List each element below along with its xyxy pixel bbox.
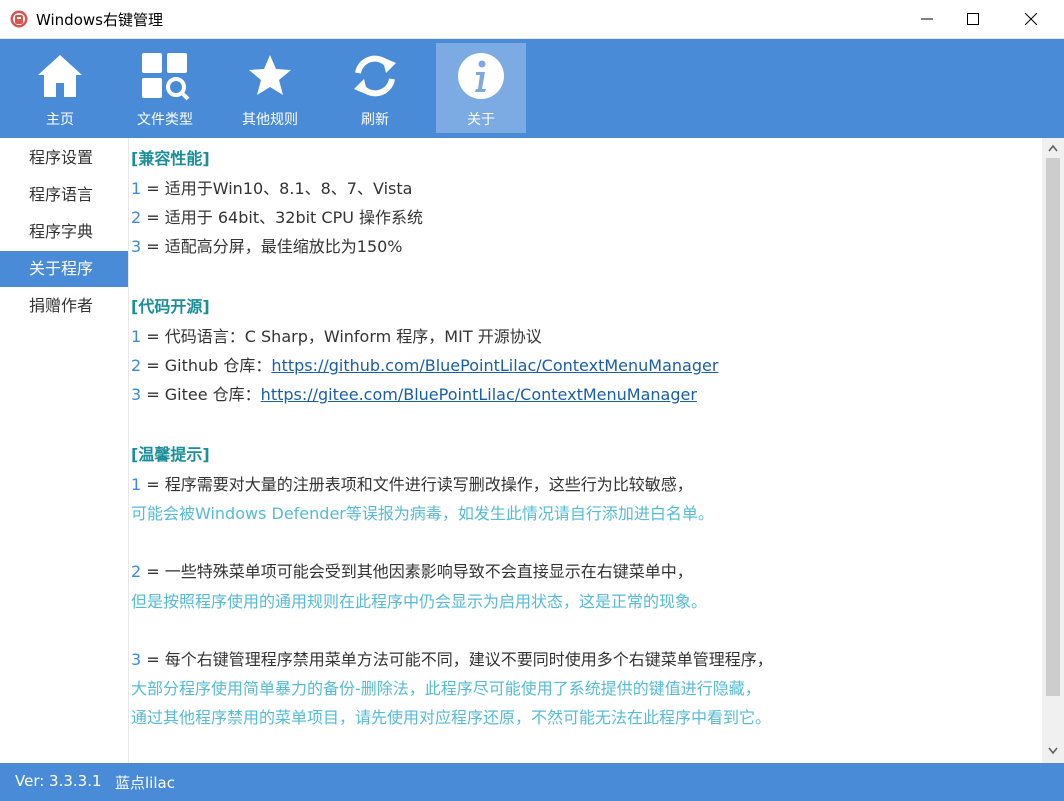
item-text: = 一些特殊菜单项可能会受到其他因素影响导致不会直接显示在右键菜单中， (141, 562, 693, 581)
item-number: 1 (131, 327, 142, 346)
toolbar-home-label: 主页 (46, 112, 74, 128)
item-number: 1 (131, 475, 142, 494)
item-number: 2 (131, 562, 142, 581)
sidebar-item-settings[interactable]: 程序设置 (0, 140, 128, 176)
compat-heading: [兼容性能] (131, 149, 210, 168)
close-button[interactable] (1008, 0, 1054, 38)
item-text: = 适用于Win10、8.1、8、7、Vista (141, 179, 413, 198)
item-number: 3 (131, 385, 142, 404)
tips-item-3: 3 = 每个右键管理程序禁用菜单方法可能不同，建议不要同时使用多个右键菜单管理程… (131, 646, 773, 670)
opensource-heading: [代码开源] (131, 297, 210, 316)
star-icon (249, 55, 291, 95)
close-icon (1025, 13, 1037, 25)
home-icon (38, 55, 82, 97)
toolbar-refresh-label: 刷新 (361, 112, 389, 128)
sidebar-item-language[interactable]: 程序语言 (0, 177, 128, 213)
about-content: [兼容性能] 1 = 适用于Win10、8.1、8、7、Vista 2 = 适用… (129, 138, 1042, 763)
minimize-button[interactable] (904, 0, 950, 38)
tips-item-3-sub-2: 通过其他程序禁用的菜单项目，请先使用对应程序还原，不然可能无法在此程序中看到它。 (131, 708, 772, 727)
toolbar-about-button[interactable]: 关于 (436, 43, 526, 133)
status-bar: Ver: 3.3.3.1 蓝点lilac (0, 763, 1064, 801)
opensource-item-2: 2 = Github 仓库：https://github.com/BluePoi… (131, 352, 718, 376)
sidebar-item-dictionary[interactable]: 程序字典 (0, 214, 128, 250)
sidebar-item-about[interactable]: 关于程序 (0, 251, 128, 287)
item-text: = 每个右键管理程序禁用菜单方法可能不同，建议不要同时使用多个右键菜单管理程序， (141, 650, 773, 669)
github-link[interactable]: https://github.com/BluePointLilac/Contex… (271, 356, 718, 375)
item-text: = 适配高分屏，最佳缩放比为150% (141, 237, 403, 256)
item-number: 2 (131, 356, 142, 375)
title-bar: Windows右键管理 (0, 0, 1064, 39)
toolbar-filetype-button[interactable]: 文件类型 (120, 43, 210, 133)
tips-item-3-sub-1: 大部分程序使用简单暴力的备份-删除法，此程序尽可能使用了系统提供的键值进行隐藏， (131, 679, 761, 698)
sidebar-item-donate[interactable]: 捐赠作者 (0, 288, 128, 324)
file-type-search-icon (142, 53, 190, 101)
item-text: = 适用于 64bit、32bit CPU 操作系统 (141, 208, 424, 227)
tips-item-1: 1 = 程序需要对大量的注册表项和文件进行读写删改操作，这些行为比较敏感， (131, 471, 693, 495)
maximize-button[interactable] (950, 0, 996, 38)
item-number: 2 (131, 208, 142, 227)
sidebar: 程序设置 程序语言 程序字典 关于程序 捐赠作者 (0, 138, 129, 763)
tips-heading: [温馨提示] (131, 445, 210, 464)
compat-item-1: 1 = 适用于Win10、8.1、8、7、Vista (131, 175, 412, 199)
compat-item-2: 2 = 适用于 64bit、32bit CPU 操作系统 (131, 204, 423, 228)
item-text: = 程序需要对大量的注册表项和文件进行读写删改操作，这些行为比较敏感， (141, 475, 693, 494)
scroll-down-icon[interactable] (1048, 747, 1058, 755)
toolbar-about-label: 关于 (467, 112, 495, 128)
opensource-item-1: 1 = 代码语言：C Sharp，Winform 程序，MIT 开源协议 (131, 323, 542, 347)
scroll-up-icon[interactable] (1048, 144, 1058, 152)
author-label[interactable]: 蓝点lilac (115, 772, 175, 793)
item-text: = Github 仓库： (141, 356, 272, 375)
refresh-icon (354, 55, 396, 97)
tips-item-2-sub: 但是按照程序使用的通用规则在此程序中仍会显示为启用状态，这是正常的现象。 (131, 592, 708, 611)
item-number: 1 (131, 179, 142, 198)
minimize-icon (921, 18, 933, 20)
toolbar-refresh-button[interactable]: 刷新 (330, 43, 420, 133)
toolbar-otherrules-button[interactable]: 其他规则 (225, 43, 315, 133)
opensource-item-3: 3 = Gitee 仓库：https://gitee.com/BluePoint… (131, 381, 697, 405)
vertical-scrollbar[interactable] (1042, 138, 1064, 763)
item-number: 3 (131, 650, 142, 669)
item-text: = Gitee 仓库： (141, 385, 261, 404)
tips-item-1-sub: 可能会被Windows Defender等误报为病毒，如发生此情况请自行添加进白… (131, 504, 714, 523)
toolbar-filetype-label: 文件类型 (137, 112, 193, 128)
item-number: 3 (131, 237, 142, 256)
app-icon (10, 10, 28, 28)
maximize-icon (967, 13, 979, 25)
toolbar-home-button[interactable]: 主页 (15, 43, 105, 133)
window-title: Windows右键管理 (36, 11, 163, 29)
gitee-link[interactable]: https://gitee.com/BluePointLilac/Context… (261, 385, 697, 404)
item-text: = 代码语言：C Sharp，Winform 程序，MIT 开源协议 (141, 327, 542, 346)
info-icon (458, 53, 504, 99)
toolbar: 主页 文件类型 其他规则 刷新 关于 (0, 39, 1064, 138)
compat-item-3: 3 = 适配高分屏，最佳缩放比为150% (131, 233, 403, 257)
tips-item-2: 2 = 一些特殊菜单项可能会受到其他因素影响导致不会直接显示在右键菜单中， (131, 558, 693, 582)
scroll-thumb[interactable] (1046, 158, 1060, 696)
toolbar-otherrules-label: 其他规则 (242, 112, 298, 128)
version-label: Ver: 3.3.3.1 (15, 772, 102, 790)
